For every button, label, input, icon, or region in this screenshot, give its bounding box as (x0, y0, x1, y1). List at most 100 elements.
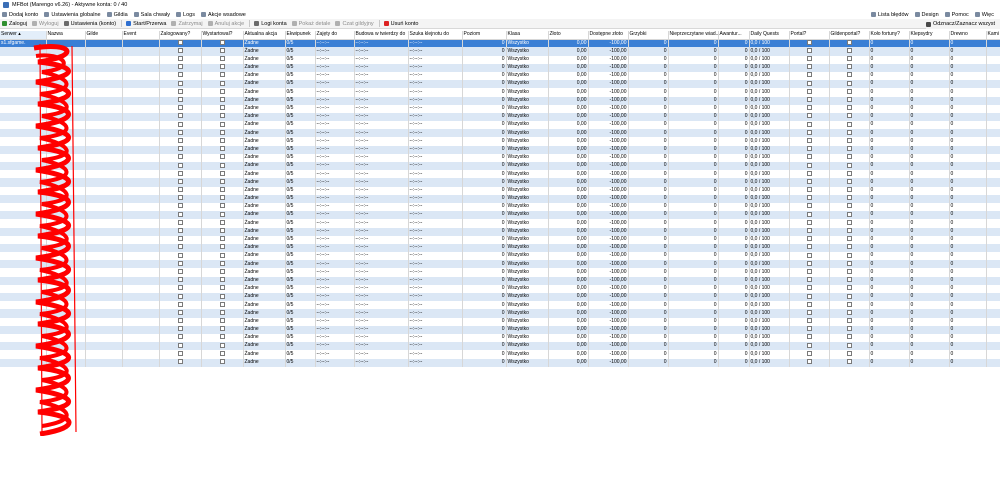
table-row[interactable]: Żadne 0/5 --:--:-- --:--:-- --:--:-- 0 Wszystk… (0, 252, 1000, 261)
checkbox[interactable] (846, 187, 852, 193)
checkbox[interactable] (219, 121, 225, 127)
checkbox[interactable] (806, 47, 812, 53)
column-header-klepsydry[interactable]: Klepsydry (909, 31, 950, 40)
table-row[interactable]: Żadne 0/5 --:--:-- --:--:-- --:--:-- 0 Wszystk… (0, 80, 1000, 89)
checkbox[interactable] (177, 293, 183, 299)
checkbox[interactable] (219, 268, 225, 274)
checkbox[interactable] (806, 219, 812, 225)
toolbar-button-czat-gildyjny[interactable]: Czat gildyjny (335, 21, 374, 27)
menu-item-design[interactable]: Design (914, 12, 939, 18)
checkbox[interactable] (219, 162, 225, 168)
checkbox[interactable] (846, 211, 852, 217)
checkbox[interactable] (846, 244, 852, 250)
checkbox[interactable] (177, 244, 183, 250)
checkbox[interactable] (177, 260, 183, 266)
table-row[interactable]: Żadne 0/5 --:--:-- --:--:-- --:--:-- 0 Wszystk… (0, 350, 1000, 359)
checkbox[interactable] (806, 170, 812, 176)
checkbox[interactable] (177, 359, 183, 365)
checkbox[interactable] (219, 187, 225, 193)
checkbox[interactable] (846, 56, 852, 62)
checkbox[interactable] (219, 56, 225, 62)
checkbox[interactable] (219, 342, 225, 348)
checkbox[interactable] (846, 350, 852, 356)
checkbox[interactable] (219, 236, 225, 242)
table-row[interactable]: Żadne 0/5 --:--:-- --:--:-- --:--:-- 0 Wszystk… (0, 260, 1000, 269)
toolbar-button-wyloguj[interactable]: Wyloguj (32, 21, 59, 27)
checkbox[interactable] (806, 113, 812, 119)
checkbox[interactable] (219, 211, 225, 217)
column-header-awantur[interactable]: Awantur... (718, 31, 750, 40)
toolbar-button-anuluj-akcje[interactable]: Anuluj akcje (207, 21, 244, 27)
checkbox[interactable] (806, 154, 812, 160)
checkbox[interactable] (177, 228, 183, 234)
table-row[interactable]: Żadne 0/5 --:--:-- --:--:-- --:--:-- 0 Wszystk… (0, 333, 1000, 343)
checkbox[interactable] (219, 309, 225, 315)
table-row[interactable]: Żadne 0/5 --:--:-- --:--:-- --:--:-- 0 Wszystk… (0, 358, 1000, 367)
checkbox[interactable] (219, 285, 225, 291)
checkbox[interactable] (806, 178, 812, 184)
checkbox[interactable] (219, 97, 225, 103)
checkbox[interactable] (177, 203, 183, 209)
checkbox[interactable] (806, 228, 812, 234)
checkbox[interactable] (177, 277, 183, 283)
checkbox[interactable] (219, 219, 225, 225)
checkbox[interactable] (177, 187, 183, 193)
checkbox[interactable] (846, 326, 852, 332)
table-row[interactable]: Żadne 0/5 --:--:-- --:--:-- --:--:-- 0 Wszystk… (0, 317, 1000, 326)
checkbox[interactable] (219, 129, 225, 135)
table-row[interactable]: Żadne 0/5 --:--:-- --:--:-- --:--:-- 0 Wszystk… (0, 63, 1000, 72)
checkbox[interactable] (806, 301, 812, 307)
checkbox[interactable] (177, 268, 183, 274)
column-header-aktualna-akcja[interactable]: Aktualna akcja (243, 31, 286, 40)
checkbox[interactable] (846, 236, 852, 242)
checkbox[interactable] (806, 318, 812, 324)
checkbox[interactable] (806, 285, 812, 291)
column-header-dostepne-z-oto[interactable]: Dostępne złoto (588, 31, 629, 40)
checkbox[interactable] (219, 146, 225, 152)
checkbox[interactable] (806, 236, 812, 242)
table-row[interactable]: Żadne 0/5 --:--:-- --:--:-- --:--:-- 0 Wszystk… (0, 112, 1000, 122)
menu-item-wiec[interactable]: Więc (974, 12, 994, 18)
checkbox[interactable] (806, 187, 812, 193)
checkbox[interactable] (846, 137, 852, 143)
checkbox[interactable] (219, 334, 225, 340)
checkbox[interactable] (806, 129, 812, 135)
checkbox[interactable] (806, 309, 812, 315)
table-row[interactable]: Żadne 0/5 --:--:-- --:--:-- --:--:-- 0 Wszystk… (0, 227, 1000, 236)
column-header-zajety-do[interactable]: Zajęty do (315, 31, 355, 40)
checkbox[interactable] (219, 277, 225, 283)
checkbox[interactable] (219, 252, 225, 258)
checkbox[interactable] (806, 64, 812, 70)
checkbox[interactable] (219, 154, 225, 160)
menu-item-akcje-wsadowe[interactable]: Akcje wsadowe (200, 12, 246, 18)
checkbox[interactable] (177, 80, 183, 86)
checkbox[interactable] (177, 342, 183, 348)
column-header-budowa-w-twierdzy-do[interactable]: Budowa w twierdzy do (354, 31, 409, 40)
checkbox[interactable] (846, 268, 852, 274)
menu-item-gildia[interactable]: Gildia (106, 12, 128, 18)
checkbox[interactable] (219, 178, 225, 184)
checkbox[interactable] (846, 146, 852, 152)
checkbox[interactable] (806, 88, 812, 94)
checkbox[interactable] (806, 97, 812, 103)
checkbox[interactable] (219, 326, 225, 332)
table-row[interactable]: Żadne 0/5 --:--:-- --:--:-- --:--:-- 0 Wszystk… (0, 325, 1000, 334)
table-row[interactable]: Żadne 0/5 --:--:-- --:--:-- --:--:-- 0 Wszystk… (0, 284, 1000, 293)
menu-item-pomoc[interactable]: Pomoc (944, 12, 969, 18)
table-row[interactable]: Żadne 0/5 --:--:-- --:--:-- --:--:-- 0 Wszystk… (0, 194, 1000, 203)
checkbox[interactable] (806, 359, 812, 365)
checkbox[interactable] (846, 64, 852, 70)
column-header-nazwa[interactable]: Nazwa (46, 31, 86, 40)
toolbar-button-zaloguj[interactable]: Zaloguj (2, 21, 27, 27)
column-header-ko-o-fortuny[interactable]: Koło fortuny? (869, 31, 910, 40)
checkbox[interactable] (177, 162, 183, 168)
checkbox[interactable] (846, 39, 852, 45)
column-header-gildenportal[interactable]: Gildenportal? (829, 31, 870, 40)
column-header-grzybki[interactable]: Grzybki (628, 31, 669, 40)
checkbox[interactable] (177, 178, 183, 184)
checkbox[interactable] (177, 72, 183, 78)
table-row[interactable]: Żadne 0/5 --:--:-- --:--:-- --:--:-- 0 Wszystk… (0, 96, 1000, 105)
checkbox[interactable] (806, 252, 812, 258)
checkbox[interactable] (846, 293, 852, 299)
checkbox[interactable] (846, 97, 852, 103)
